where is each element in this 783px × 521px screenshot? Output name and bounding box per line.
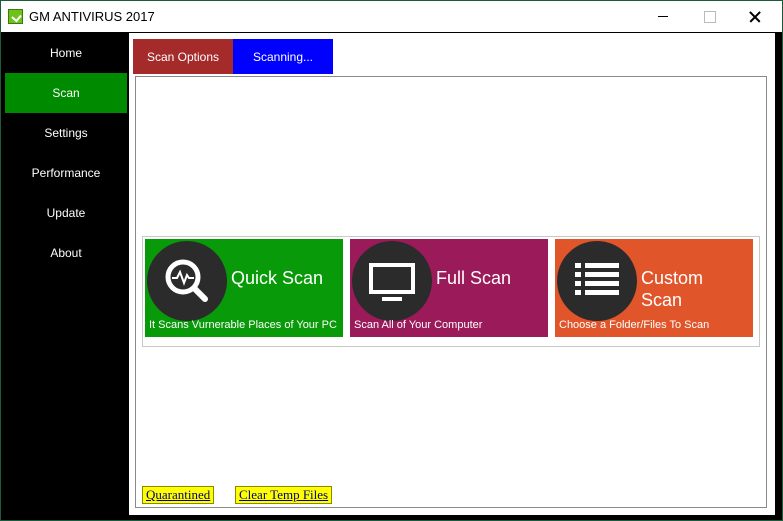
sidebar-item-label: Update — [46, 206, 86, 220]
full-scan-card[interactable]: Full Scan Scan All of Your Computer — [350, 239, 548, 337]
sidebar-item-label: Settings — [44, 126, 88, 140]
main-content: Scan Options Scanning... Quick Scan It S… — [129, 33, 775, 515]
close-button[interactable] — [732, 1, 778, 32]
tab-scanning[interactable]: Scanning... — [233, 39, 333, 74]
sidebar-item-label: About — [50, 246, 82, 260]
sidebar-item-performance[interactable]: Performance — [5, 153, 127, 193]
custom-scan-description: Choose a Folder/Files To Scan — [559, 319, 710, 331]
monitor-icon — [352, 241, 432, 321]
sidebar-item-label: Home — [49, 46, 82, 60]
title-bar[interactable]: GM ANTIVIRUS 2017 — [1, 1, 782, 32]
sidebar-item-settings[interactable]: Settings — [5, 113, 127, 153]
full-scan-description: Scan All of Your Computer — [354, 319, 483, 331]
app-window: GM ANTIVIRUS 2017 Home Scan Settings Per… — [0, 0, 783, 521]
sidebar-item-home[interactable]: Home — [5, 33, 127, 73]
sidebar-item-about[interactable]: About — [5, 233, 127, 273]
quick-scan-description: It Scans Vurnerable Places of Your PC — [149, 319, 337, 331]
list-icon — [557, 241, 637, 321]
app-logo-icon — [8, 9, 23, 24]
full-scan-title: Full Scan — [436, 268, 512, 288]
maximize-button[interactable] — [686, 1, 732, 32]
scan-cards: Quick Scan It Scans Vurnerable Places of… — [142, 236, 760, 347]
minimize-button[interactable] — [640, 1, 686, 32]
custom-scan-card[interactable]: Custom Scan Choose a Folder/Files To Sca… — [555, 239, 753, 337]
magnifier-pulse-icon — [147, 241, 227, 321]
sidebar-item-label: Performance — [31, 166, 101, 180]
quarantined-link[interactable]: Quarantined — [142, 486, 215, 504]
scan-panel: Quick Scan It Scans Vurnerable Places of… — [135, 76, 767, 508]
sidebar-item-scan[interactable]: Scan — [5, 73, 127, 113]
custom-scan-title: Custom Scan — [641, 268, 704, 310]
sidebar-item-update[interactable]: Update — [5, 193, 127, 233]
quick-scan-card[interactable]: Quick Scan It Scans Vurnerable Places of… — [145, 239, 343, 337]
tab-scan-options[interactable]: Scan Options — [133, 39, 233, 74]
clear-temp-files-link[interactable]: Clear Temp Files — [235, 486, 333, 504]
sidebar-item-label: Scan — [52, 86, 80, 100]
sidebar: Home Scan Settings Performance Update Ab… — [5, 33, 127, 515]
window-title: GM ANTIVIRUS 2017 — [29, 9, 155, 24]
quick-scan-title: Quick Scan — [231, 268, 324, 288]
